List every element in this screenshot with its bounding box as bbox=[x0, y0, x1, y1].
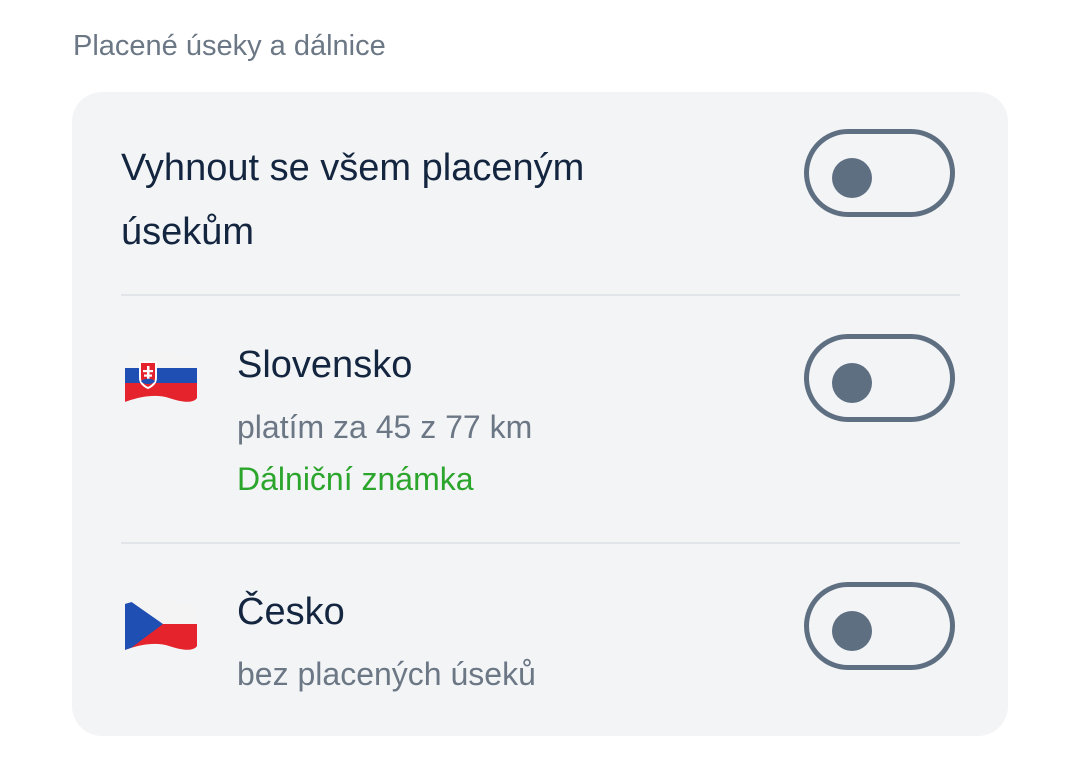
toggle-knob bbox=[832, 611, 872, 651]
divider bbox=[121, 294, 960, 296]
country-name-czechia: Česko bbox=[237, 591, 345, 633]
vignette-link[interactable]: Dálniční známka bbox=[237, 459, 474, 499]
slovakia-flag-icon bbox=[125, 351, 197, 402]
czechia-toll-toggle[interactable] bbox=[804, 582, 955, 670]
country-name-slovakia: Slovensko bbox=[237, 344, 413, 386]
toggle-knob bbox=[832, 158, 872, 198]
country-toll-summary-slovakia: platím za 45 z 77 km bbox=[237, 409, 533, 445]
avoid-all-tolls-toggle[interactable] bbox=[804, 129, 955, 217]
toll-settings-card: Vyhnout se všem placeným úsekům Slovensk… bbox=[72, 92, 1008, 736]
avoid-all-tolls-label: Vyhnout se všem placeným úsekům bbox=[121, 147, 585, 253]
slovakia-toll-toggle[interactable] bbox=[804, 334, 955, 422]
country-toll-summary-czechia: bez placených úseků bbox=[237, 656, 536, 692]
section-title: Placené úseky a dálnice bbox=[73, 30, 386, 62]
toggle-knob bbox=[832, 363, 872, 403]
divider bbox=[121, 542, 960, 544]
czechia-flag-icon bbox=[125, 599, 197, 650]
